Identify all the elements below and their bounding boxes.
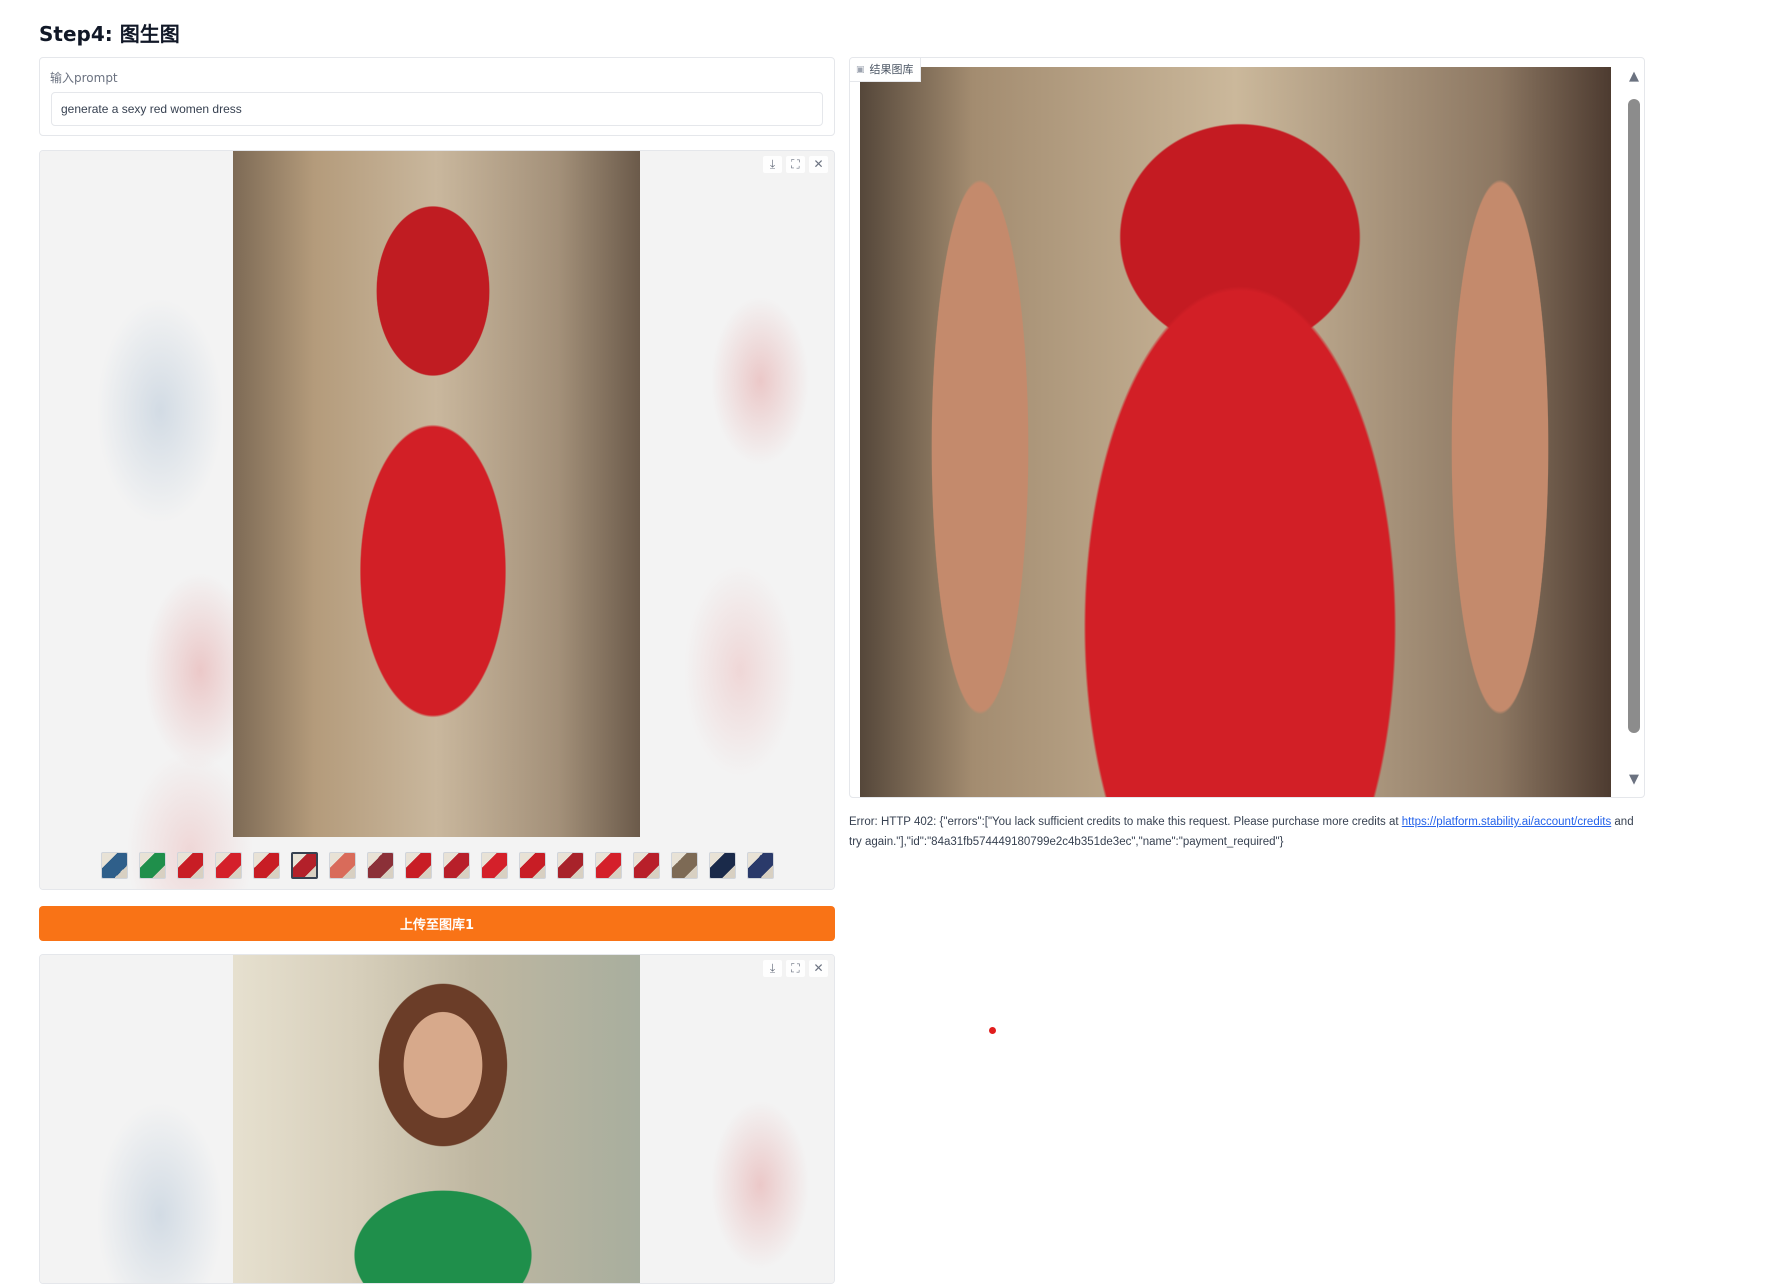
gallery-thumbnail[interactable] bbox=[518, 852, 546, 879]
prompt-input[interactable] bbox=[51, 92, 823, 126]
close-icon[interactable]: ✕ bbox=[809, 960, 828, 977]
prompt-label: 输入prompt bbox=[50, 71, 118, 85]
scroll-down-arrow-icon[interactable]: ▼ bbox=[1626, 773, 1642, 787]
prompt-block: 输入prompt bbox=[39, 57, 835, 136]
red-dress-closeup-photo bbox=[860, 67, 1611, 797]
gallery-thumbnail[interactable] bbox=[670, 852, 698, 879]
close-icon[interactable]: ✕ bbox=[809, 156, 828, 173]
gallery-icon: ▣ bbox=[856, 64, 865, 75]
gallery-thumbnail[interactable] bbox=[328, 852, 356, 879]
thumbnail-strip bbox=[40, 852, 834, 882]
result-image[interactable] bbox=[860, 67, 1611, 797]
fullscreen-icon[interactable]: ⛶ bbox=[786, 156, 805, 173]
gallery-thumbnail[interactable] bbox=[594, 852, 622, 879]
gallery-thumbnail[interactable] bbox=[290, 852, 318, 879]
error-prefix: Error: HTTP 402: {"errors":["You lack su… bbox=[849, 816, 1402, 828]
gallery-thumbnail[interactable] bbox=[214, 852, 242, 879]
gallery-thumbnail[interactable] bbox=[708, 852, 736, 879]
scroll-up-arrow-icon[interactable]: ▲ bbox=[1626, 70, 1642, 84]
gallery-thumbnail[interactable] bbox=[746, 852, 774, 879]
gallery-thumbnail[interactable] bbox=[556, 852, 584, 879]
gallery-toolbar: ⤓ ⛶ ✕ bbox=[763, 960, 828, 977]
gallery-preview-image[interactable] bbox=[233, 955, 640, 1283]
result-gallery-label: ▣ 结果图库 bbox=[850, 58, 921, 82]
fullscreen-icon[interactable]: ⛶ bbox=[786, 960, 805, 977]
red-dress-photo bbox=[233, 151, 640, 837]
second-gallery: ⤓ ⛶ ✕ bbox=[39, 954, 835, 1284]
gallery-thumbnail[interactable] bbox=[100, 852, 128, 879]
gallery-thumbnail[interactable] bbox=[632, 852, 660, 879]
gallery-thumbnail[interactable] bbox=[138, 852, 166, 879]
upload-to-gallery-button[interactable]: 上传至图库1 bbox=[39, 906, 835, 941]
gallery-thumbnail[interactable] bbox=[442, 852, 470, 879]
gallery-thumbnail[interactable] bbox=[176, 852, 204, 879]
gallery-thumbnail[interactable] bbox=[404, 852, 432, 879]
green-dress-photo bbox=[233, 955, 640, 1283]
gallery-thumbnail[interactable] bbox=[366, 852, 394, 879]
scrollbar-thumb[interactable] bbox=[1628, 99, 1640, 733]
download-icon[interactable]: ⤓ bbox=[763, 156, 782, 173]
download-icon[interactable]: ⤓ bbox=[763, 960, 782, 977]
gallery-thumbnail[interactable] bbox=[480, 852, 508, 879]
credits-link[interactable]: https://platform.stability.ai/account/cr… bbox=[1402, 816, 1611, 828]
result-label-text: 结果图库 bbox=[869, 62, 914, 76]
input-gallery: ⤓ ⛶ ✕ bbox=[39, 150, 835, 890]
error-message: Error: HTTP 402: {"errors":["You lack su… bbox=[849, 812, 1649, 852]
gallery-toolbar: ⤓ ⛶ ✕ bbox=[763, 156, 828, 173]
page-title: Step4: 图生图 bbox=[39, 22, 180, 46]
gallery-preview-image[interactable] bbox=[233, 151, 640, 837]
result-gallery: ▣ 结果图库 ▲ ▼ bbox=[849, 57, 1645, 798]
gallery-thumbnail[interactable] bbox=[252, 852, 280, 879]
cursor-dot bbox=[989, 1027, 996, 1034]
